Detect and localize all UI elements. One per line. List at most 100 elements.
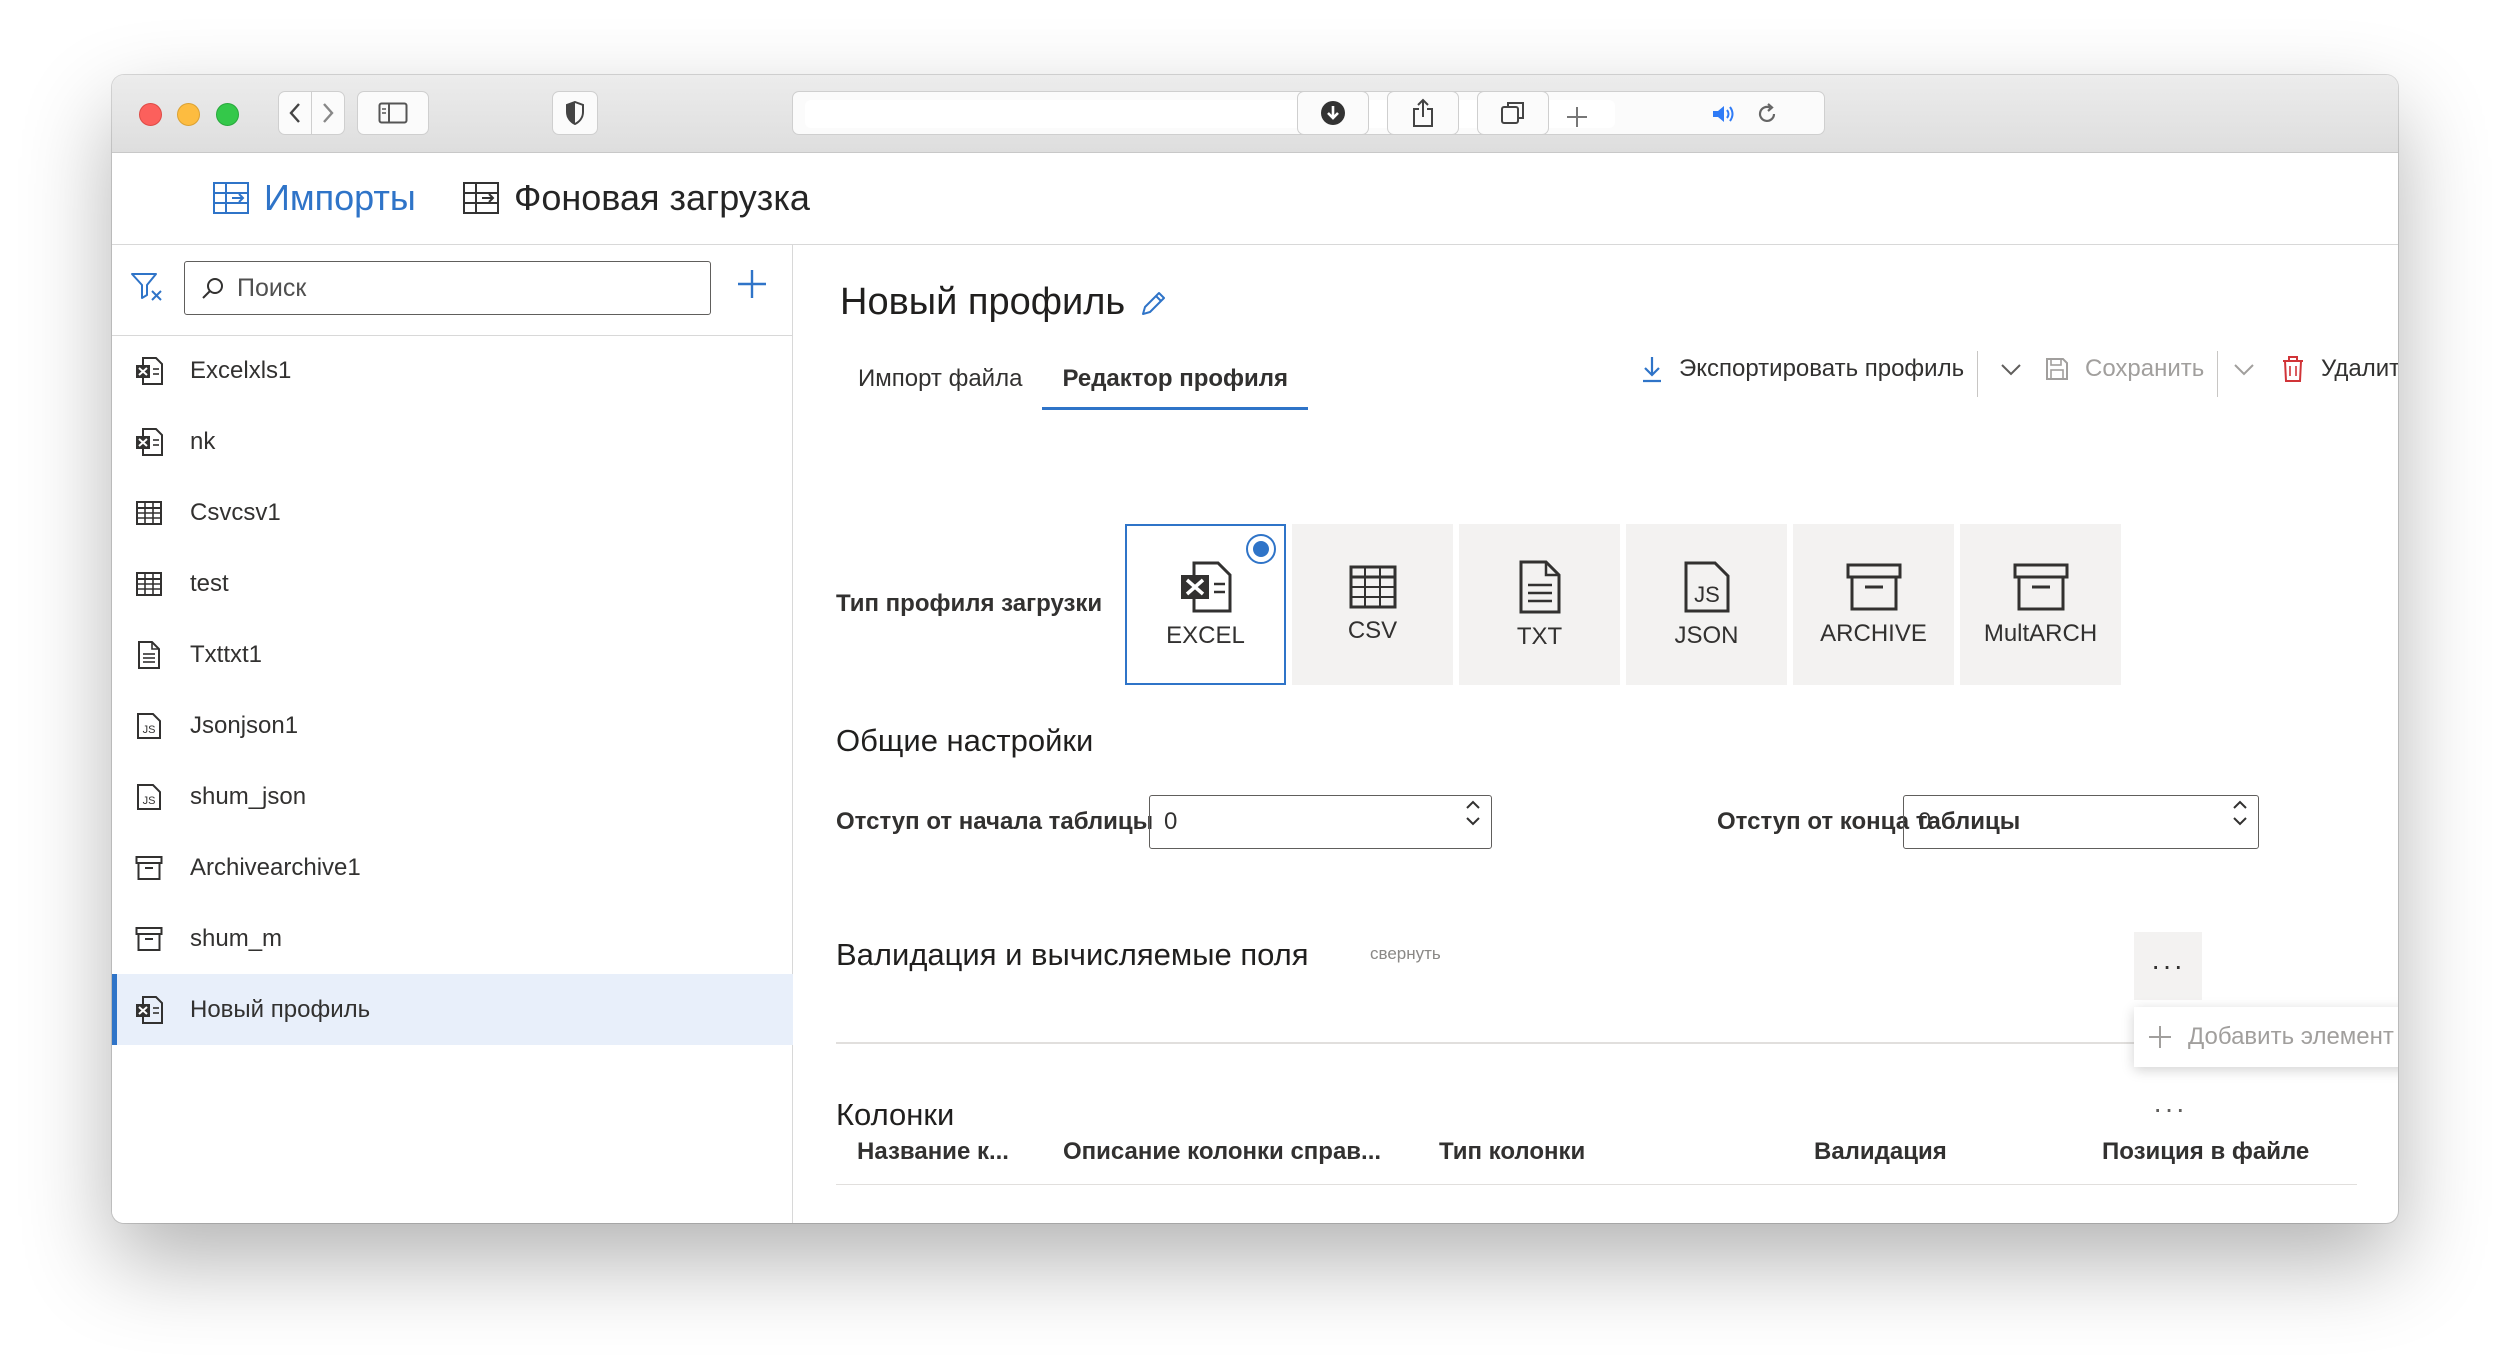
shield-icon [566,101,584,125]
privacy-report-button[interactable] [552,91,598,135]
list-item[interactable]: Excelxls1 [112,335,793,406]
profile-type-excel[interactable]: EXCEL [1125,524,1286,685]
profile-type-label: MultARCH [1983,619,2098,647]
minimize-window-button[interactable] [177,103,200,126]
add-element-label: Добавить элемент [2188,1023,2394,1050]
reload-icon[interactable] [1755,102,1779,126]
column-header-name[interactable]: Название к... [857,1138,1009,1166]
profile-type-label: TXT [1516,622,1563,650]
archive-icon [134,853,164,883]
back-button[interactable] [278,91,312,135]
list-item[interactable]: shum_m [112,903,793,974]
sidebar-toggle-button[interactable] [357,91,429,135]
validation-heading: Валидация и вычисляемые поля [836,937,1309,972]
nav-tab-imports[interactable]: Импорты [212,177,416,219]
list-item[interactable]: JS Jsonjson1 [112,690,793,761]
offset-end-value: 0 [1918,808,1932,835]
collapse-link[interactable]: свернуть [1370,944,1441,964]
list-item-selected[interactable]: Новый профиль [112,974,793,1045]
plus-icon [2149,1026,2171,1048]
filter-clear-icon[interactable] [130,271,164,303]
excel-icon [134,356,164,386]
nav-tab-label: Фоновая загрузка [514,177,810,218]
add-profile-button[interactable] [735,267,769,301]
nav-tab-label: Импорты [264,177,416,218]
share-button[interactable] [1387,91,1459,135]
chevron-up-icon[interactable] [2232,800,2248,810]
search-input[interactable] [237,273,677,303]
list-item[interactable]: JS shum_json [112,761,793,832]
pencil-icon[interactable] [1139,288,1169,318]
divider [1977,351,1978,397]
profile-type-txt[interactable]: TXT [1459,524,1620,685]
list-item[interactable]: nk [112,406,793,477]
csv-icon [1349,565,1396,608]
nav-tab-background-loading[interactable]: Фоновая загрузка [462,177,810,219]
save-icon [2046,358,2068,380]
page-title: Новый профиль [840,281,1169,324]
profile-type-csv[interactable]: CSV [1292,524,1453,685]
list-item-label: test [190,569,229,597]
chevron-right-icon [323,103,334,123]
svg-text:JS: JS [143,795,156,807]
offset-end-spinbox[interactable]: 0 [1903,795,2259,849]
list-item[interactable]: Txttxt1 [112,619,793,690]
columns-more-button[interactable]: ··· [2153,1093,2187,1125]
profile-type-multarch[interactable]: MultARCH [1960,524,2121,685]
profile-type-label: ARCHIVE [1820,619,1927,647]
browser-window: Импорты Фоновая загрузка Excelxls1 nk [112,75,2398,1223]
column-header-description[interactable]: Описание колонки справ... [1063,1138,1381,1166]
new-tab-button[interactable] [1565,105,1589,134]
list-item-label: Jsonjson1 [190,711,299,739]
archive-icon [134,924,164,954]
svg-text:JS: JS [1694,582,1720,607]
spin-arrows[interactable] [1465,800,1481,826]
chevron-down-icon[interactable] [2233,363,2255,377]
export-profile-label: Экспортировать профиль [1679,355,1965,382]
chevron-down-icon[interactable] [2232,816,2248,826]
tab-profile-editor[interactable]: Редактор профиля [1042,355,1309,410]
tab-overview-button[interactable] [1477,91,1549,135]
offset-start-spinbox[interactable]: 0 [1149,795,1492,849]
column-header-position[interactable]: Позиция в файле [2102,1138,2309,1166]
validation-more-button[interactable]: ··· [2134,932,2202,1000]
close-window-button[interactable] [139,103,162,126]
delete-button[interactable]: Удалить [2281,355,2398,383]
save-button[interactable]: Сохранить [2045,355,2204,383]
chevron-down-icon[interactable] [1465,816,1481,826]
chevron-left-icon [289,103,300,123]
speaker-icon[interactable] [1711,103,1737,125]
forward-button[interactable] [311,91,345,135]
chevron-down-icon[interactable] [2000,363,2022,377]
add-element-menu-item[interactable]: Добавить элемент [2134,1007,2398,1067]
archive-icon [1846,563,1901,610]
profile-type-label: Тип профиля загрузки [836,590,1103,617]
csv-icon [134,498,164,528]
search-box[interactable] [184,261,711,315]
list-item[interactable]: test [112,548,793,619]
list-item-label: nk [190,427,216,455]
tab-file-import[interactable]: Импорт файла [838,355,1042,410]
chevron-up-icon[interactable] [1465,800,1481,810]
list-item[interactable]: Csvcsv1 [112,477,793,548]
list-item-label: Txttxt1 [190,640,263,668]
export-profile-button[interactable]: Экспортировать профиль [1641,355,1964,383]
list-item[interactable]: Archivearchive1 [112,832,793,903]
excel-icon [134,995,164,1025]
list-item-label: Archivearchive1 [190,853,361,881]
columns-heading: Колонки [836,1097,955,1132]
zoom-window-button[interactable] [216,103,239,126]
sidebar-icon [378,102,408,124]
downloads-button[interactable] [1297,91,1369,135]
profile-type-label: JSON [1674,621,1739,649]
spin-arrows[interactable] [2232,800,2248,826]
app-header: Импорты Фоновая загрузка [112,153,2398,245]
column-header-type[interactable]: Тип колонки [1439,1138,1585,1166]
tabs-icon [1501,102,1524,124]
column-header-validation[interactable]: Валидация [1814,1138,1947,1166]
download-icon [1643,357,1661,383]
profile-type-picker: EXCEL CSV TXT JS JSON ARCHIVE MultARCH [1125,524,2121,685]
profile-type-archive[interactable]: ARCHIVE [1793,524,1954,685]
excel-icon [134,427,164,457]
profile-type-json[interactable]: JS JSON [1626,524,1787,685]
